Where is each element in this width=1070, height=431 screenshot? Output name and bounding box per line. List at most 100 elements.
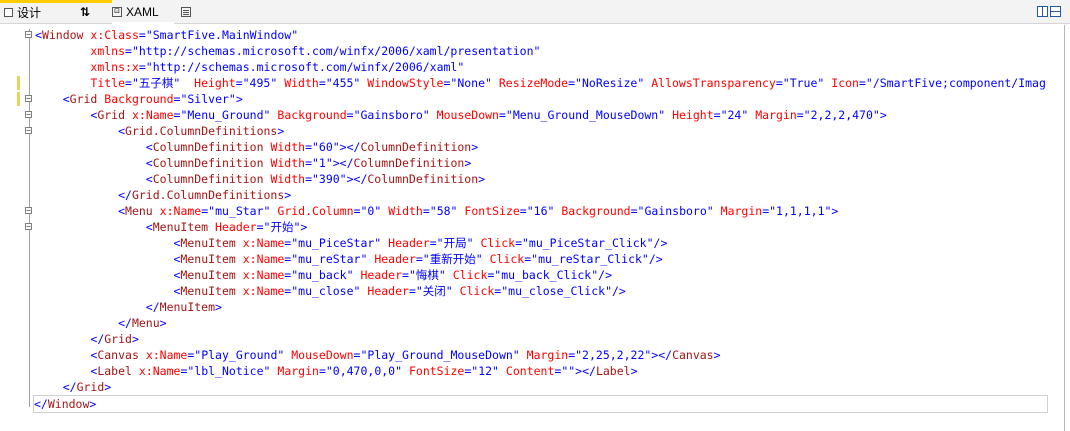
code-line[interactable]: <Label x:Name="lbl_Notice" Margin="0,470… bbox=[35, 363, 1046, 379]
code-line[interactable]: <ColumnDefinition Width="390"></ColumnDe… bbox=[35, 171, 1046, 187]
code-area[interactable]: − <Window x:Class="SmartFive.MainWindow" … bbox=[25, 27, 1048, 413]
code-token: </ bbox=[90, 332, 105, 346]
code-token: x:Name bbox=[159, 204, 202, 218]
code-token: Width bbox=[270, 156, 306, 170]
horizontal-scrollbar[interactable] bbox=[30, 423, 1064, 431]
collapse-region-icon[interactable]: − bbox=[25, 207, 32, 215]
outline-gutter-line bbox=[29, 29, 30, 407]
code-line[interactable]: − <Grid Background="Silver"> bbox=[25, 91, 1046, 107]
code-line[interactable]: </Grid> bbox=[35, 379, 1046, 395]
code-token: Grid.ColumnDefinitions bbox=[125, 124, 278, 138]
code-token: </ bbox=[34, 397, 48, 411]
code-token: x:Name bbox=[145, 348, 188, 362]
code-token: < bbox=[118, 124, 126, 138]
code-token: ="mu_close" bbox=[284, 284, 361, 298]
design-view-icon bbox=[4, 7, 13, 17]
code-line[interactable]: − <MenuItem Header="开始"> bbox=[25, 219, 1046, 235]
code-line[interactable]: </Grid.ColumnDefinitions> bbox=[35, 187, 1046, 203]
horizontal-split-icon[interactable] bbox=[1050, 6, 1061, 17]
code-token: > bbox=[104, 380, 112, 394]
collapse-region-icon[interactable]: − bbox=[25, 31, 32, 39]
xaml-code-editor[interactable]: − <Window x:Class="SmartFive.MainWindow" … bbox=[0, 25, 1070, 431]
vertical-split-icon[interactable] bbox=[1037, 6, 1048, 17]
code-token: AllowsTransparency bbox=[651, 76, 776, 90]
code-line[interactable]: <ColumnDefinition Width="60"></ColumnDef… bbox=[35, 139, 1046, 155]
code-token: MouseDown bbox=[436, 108, 499, 122]
code-token: ColumnDefinition bbox=[152, 140, 264, 154]
code-token: ResizeMode bbox=[498, 76, 569, 90]
code-line[interactable]: </MenuItem> bbox=[35, 299, 1046, 315]
code-token: ="Menu_Ground_MouseDown" bbox=[498, 108, 666, 122]
code-token: ="开局" bbox=[429, 236, 474, 250]
code-line[interactable]: − <Menu x:Name="mu_Star" Grid.Column="0"… bbox=[25, 203, 1046, 219]
code-token: ="Gainsboro" bbox=[346, 108, 430, 122]
tab-xaml[interactable]: ⊡ XAML bbox=[112, 0, 159, 24]
collapse-region-icon[interactable]: − bbox=[25, 95, 32, 103]
code-line[interactable]: <MenuItem x:Name="mu_close" Header="关闭" … bbox=[35, 283, 1046, 299]
code-token: ColumnDefinition bbox=[152, 156, 264, 170]
code-token: FontSize bbox=[464, 204, 520, 218]
code-token: </ bbox=[145, 300, 160, 314]
code-token: < bbox=[118, 204, 126, 218]
code-token: Background bbox=[104, 92, 174, 106]
code-token: </ bbox=[118, 316, 132, 330]
code-token: > bbox=[89, 397, 97, 411]
collapse-region-icon[interactable]: − bbox=[25, 223, 32, 231]
code-token: ="None" bbox=[443, 76, 492, 90]
code-line[interactable]: </Window> bbox=[33, 395, 1048, 413]
code-token: ="0" bbox=[353, 204, 382, 218]
code-token: MenuItem bbox=[180, 284, 236, 298]
xaml-view-icon: ⊡ bbox=[112, 7, 122, 17]
code-line[interactable]: xmlns="http://schemas.microsoft.com/winf… bbox=[35, 43, 1046, 59]
code-line[interactable]: Title="五子棋" Height="495" Width="455" Win… bbox=[35, 75, 1046, 91]
code-line[interactable]: <Canvas x:Name="Play_Ground" MouseDown="… bbox=[35, 347, 1046, 363]
code-token: </ bbox=[118, 188, 132, 202]
code-token: > bbox=[159, 316, 167, 330]
swap-panes-button[interactable]: ⇅ bbox=[74, 0, 96, 24]
collapse-region-icon[interactable]: − bbox=[25, 127, 32, 135]
swap-panes-icon: ⇅ bbox=[79, 5, 91, 19]
code-line[interactable]: − <Window x:Class="SmartFive.MainWindow" bbox=[25, 27, 1046, 43]
code-line[interactable]: <MenuItem x:Name="mu_PiceStar" Header="开… bbox=[35, 235, 1046, 251]
tab-design[interactable]: 设计 bbox=[4, 0, 41, 24]
code-token: Menu bbox=[125, 204, 153, 218]
code-token: < bbox=[35, 28, 42, 42]
code-token: > bbox=[630, 364, 638, 378]
code-token: ="mu_Star" bbox=[201, 204, 271, 218]
code-line[interactable]: <MenuItem x:Name="mu_reStar" Header="重新开… bbox=[35, 251, 1046, 267]
code-line[interactable]: <ColumnDefinition Width="1"></ColumnDefi… bbox=[35, 155, 1046, 171]
code-token: ColumnDefinition bbox=[152, 172, 264, 186]
code-token: ="1,1,1,1"> bbox=[762, 204, 839, 218]
vertical-scrollbar[interactable] bbox=[1064, 25, 1065, 431]
collapse-region-icon[interactable]: − bbox=[25, 111, 32, 119]
code-token: Background bbox=[277, 108, 347, 122]
code-line[interactable]: </Menu> bbox=[35, 315, 1046, 331]
collapse-pane-icon[interactable] bbox=[181, 7, 191, 17]
code-line[interactable]: − <Grid.ColumnDefinitions> bbox=[25, 123, 1046, 139]
code-line[interactable]: − <Grid x:Name="Menu_Ground" Background=… bbox=[25, 107, 1046, 123]
code-line[interactable]: xmlns:x="http://schemas.microsoft.com/wi… bbox=[35, 59, 1046, 75]
code-token: x:Name bbox=[138, 364, 181, 378]
code-token: ="重新开始" bbox=[415, 252, 483, 266]
code-line[interactable]: </Grid> bbox=[35, 331, 1046, 347]
code-token: </ bbox=[62, 380, 77, 394]
code-token: ="Silver"> bbox=[173, 92, 243, 106]
code-token: FontSize bbox=[408, 364, 465, 378]
code-token: x:Name bbox=[242, 236, 285, 250]
code-line[interactable]: <MenuItem x:Name="mu_back" Header="悔棋" C… bbox=[35, 267, 1046, 283]
